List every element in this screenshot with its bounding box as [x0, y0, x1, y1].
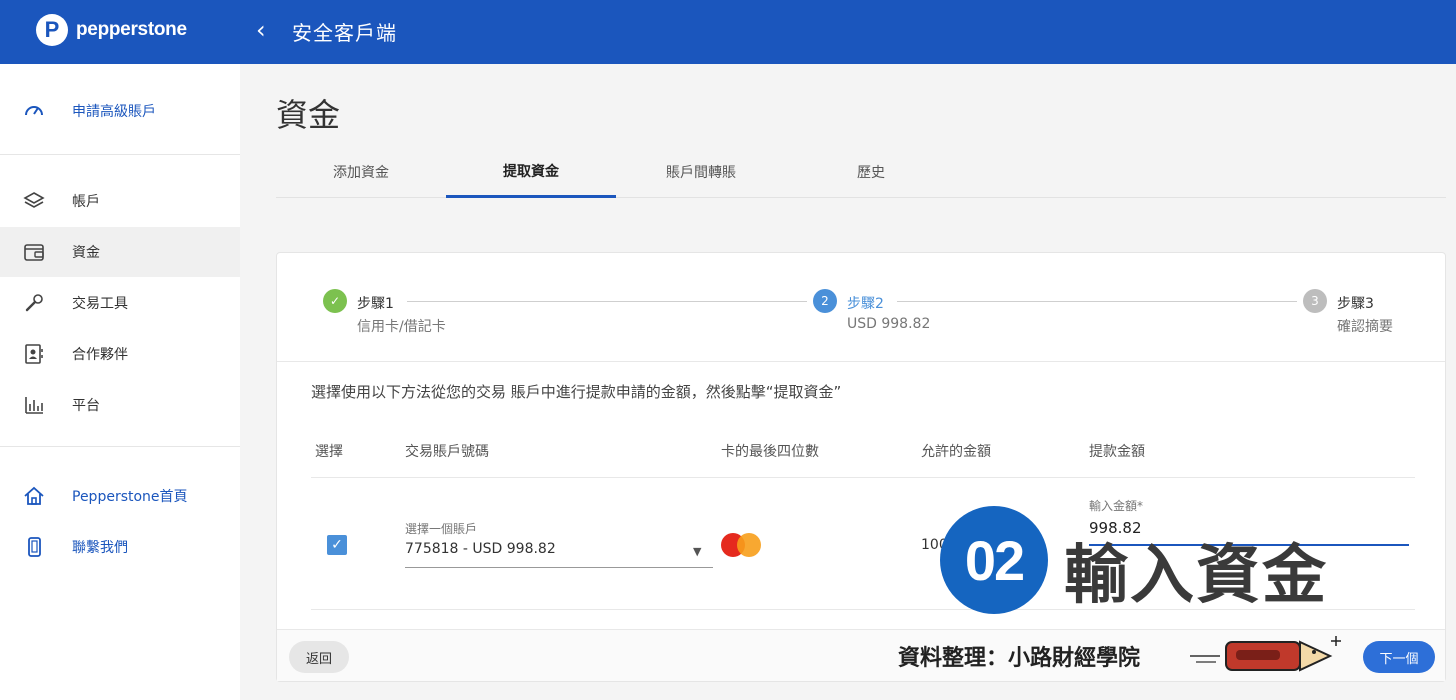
sidebar-item-premium-account[interactable]: 申請高級賬戶 [0, 86, 240, 136]
top-bar: P pepperstone ‹ 安全客戶端 [0, 0, 1456, 64]
sidebar-item-trading-tools[interactable]: 交易工具 [0, 278, 240, 328]
card-divider [277, 361, 1445, 362]
column-header-account-number: 交易賬戶號碼 [405, 444, 489, 460]
account-select-underline [405, 567, 713, 568]
sidebar-item-label: 帳戶 [72, 194, 100, 210]
stepper-connector [407, 301, 807, 302]
withdraw-instruction: 選擇使用以下方法從您的交易 賬戶中進行提款申請的金額，然後點擊“提取資金” [311, 383, 842, 401]
funds-tabs: 添加資金 提取資金 賬戶間轉賬 歷史 [276, 146, 1446, 198]
contact-card-icon [20, 340, 48, 368]
step-2-marker: 2 [813, 289, 837, 313]
tab-transfer-between-accounts[interactable]: 賬戶間轉賬 [616, 146, 786, 198]
step-2-subtitle: USD 998.82 [847, 316, 931, 332]
step-complete-check-icon: ✓ [323, 289, 347, 313]
tab-withdraw-funds[interactable]: 提取資金 [446, 146, 616, 198]
pencil-mascot-icon [1190, 636, 1341, 672]
dropdown-arrow-icon[interactable]: ▼ [693, 545, 701, 558]
sidebar-item-accounts[interactable]: 帳戶 [0, 176, 240, 226]
step-2-title: 步驟2 [847, 296, 884, 312]
account-select[interactable]: 775818 - USD 998.82 [405, 541, 556, 557]
chevron-left-icon[interactable]: ‹ [256, 16, 266, 44]
source-credit: 資料整理：小路財經學院 [898, 646, 1141, 671]
wrench-icon [20, 289, 48, 317]
page-title: 資金 [276, 96, 341, 134]
step-1-subtitle: 信用卡/借記卡 [357, 319, 446, 335]
account-select-label: 選擇一個賬戶 [405, 522, 478, 536]
sidebar-item-platforms[interactable]: 平台 [0, 380, 240, 430]
column-header-allowed-amount: 允許的金額 [921, 444, 991, 460]
sidebar-item-label: Pepperstone首頁 [72, 489, 188, 505]
step-1-title: 步驟1 [357, 296, 394, 312]
sidebar-item-label: 申請高級賬戶 [72, 104, 156, 120]
sidebar-divider [0, 446, 240, 447]
stepper-connector [897, 301, 1297, 302]
column-header-withdraw-amount: 提款金額 [1089, 444, 1145, 460]
home-icon [20, 482, 48, 510]
brand-logo[interactable]: P pepperstone [36, 14, 187, 46]
gauge-icon [20, 97, 48, 125]
amount-input-label: 輸入金額* [1089, 499, 1144, 513]
step-caption: 輸入資金 [1064, 539, 1328, 613]
column-header-select: 選擇 [315, 444, 343, 460]
step-3-title: 步驟3 [1337, 296, 1374, 312]
sidebar-item-label: 交易工具 [72, 296, 128, 312]
sidebar-item-label: 平台 [72, 398, 100, 414]
sidebar-item-funds[interactable]: 資金 [0, 227, 240, 277]
sidebar-item-label: 資金 [72, 245, 100, 261]
withdrawal-card: ✓ 步驟1 信用卡/借記卡 2 步驟2 USD 998.82 3 步驟3 確認摘… [276, 252, 1446, 682]
column-header-card-last-four: 卡的最後四位數 [721, 444, 819, 460]
sidebar-divider [0, 154, 240, 155]
bar-chart-icon [20, 391, 48, 419]
next-button[interactable]: 下一個 [1363, 641, 1435, 673]
tab-add-funds[interactable]: 添加資金 [276, 146, 446, 198]
app-title: 安全客戶端 [292, 21, 397, 45]
mastercard-icon [721, 533, 763, 557]
logo-text: pepperstone [76, 19, 187, 40]
step-3-marker: 3 [1303, 289, 1327, 313]
sidebar-item-pepperstone-home[interactable]: Pepperstone首頁 [0, 471, 240, 521]
tab-history[interactable]: 歷史 [786, 146, 956, 198]
row-select-checkbox[interactable]: ✓ [327, 535, 347, 555]
sidebar-item-partners[interactable]: 合作夥伴 [0, 329, 240, 379]
wallet-icon [20, 238, 48, 266]
back-button[interactable]: 返回 [289, 641, 349, 673]
table-header-divider [311, 477, 1415, 478]
sidebar-item-label: 合作夥伴 [72, 347, 128, 363]
step-number-badge: 02 [940, 506, 1048, 614]
sidebar-item-label: 聯繫我們 [72, 540, 128, 556]
layers-icon [20, 187, 48, 215]
sidebar: 申請高級賬戶 帳戶 資金 交易工具 合作夥伴 平台 Pepperstone首頁 … [0, 64, 240, 700]
step-3-subtitle: 確認摘要 [1337, 319, 1393, 335]
logo-badge: P [36, 14, 68, 46]
phone-icon [20, 533, 48, 561]
sidebar-item-contact-us[interactable]: 聯繫我們 [0, 522, 240, 572]
